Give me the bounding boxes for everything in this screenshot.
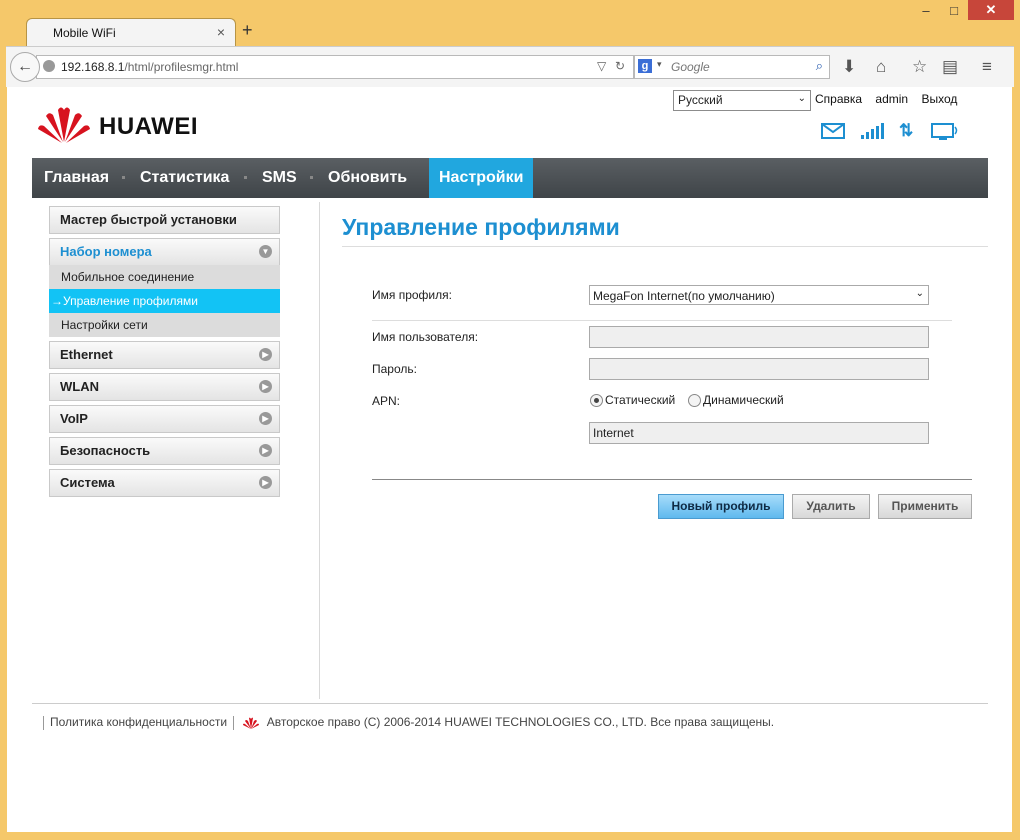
menu-icon[interactable]: ≡ (982, 57, 992, 77)
chevron-right-icon: ▶ (259, 476, 272, 489)
bookmark-star-icon[interactable]: ☆ (912, 57, 927, 77)
profile-name-label: Имя профиля: (372, 288, 452, 302)
username-label: Имя пользователя: (372, 330, 479, 344)
maximize-icon[interactable]: □ (940, 0, 968, 20)
browser-window: – □ ✕ Mobile WiFi × + 192.168.8.1/html/p… (0, 0, 1020, 840)
reload-icon[interactable]: ↻ (615, 59, 625, 73)
chevron-right-icon: ▶ (259, 444, 272, 457)
brand-name: HUAWEI (99, 113, 198, 140)
chevron-right-icon: ▶ (259, 380, 272, 393)
signal-icon (861, 123, 884, 139)
chevron-right-icon: ▶ (259, 348, 272, 361)
sidebar-item-security[interactable]: Безопасность ▶ (49, 437, 280, 465)
nav-item-settings[interactable]: Настройки (429, 158, 534, 198)
download-icon[interactable]: ⬇ (842, 57, 856, 77)
browser-tab[interactable]: Mobile WiFi × (26, 18, 236, 47)
sidebar-item-ethernet[interactable]: Ethernet ▶ (49, 341, 280, 369)
copyright-text: Авторское право (C) 2006-2014 HUAWEI TEC… (266, 715, 775, 729)
new-profile-button[interactable]: Новый профиль (658, 494, 784, 519)
window-controls: – □ ✕ (912, 0, 1014, 22)
chevron-down-icon: ▼ (259, 245, 272, 258)
sidebar-subitem-network-settings[interactable]: Настройки сети (49, 313, 280, 337)
tab-close-icon[interactable]: × (217, 24, 225, 40)
minimize-icon[interactable]: – (912, 0, 940, 20)
monitor-icon (931, 123, 958, 140)
sidebar-item-system[interactable]: Система ▶ (49, 469, 280, 497)
huawei-mini-logo-icon (243, 717, 260, 729)
actions-divider (372, 479, 972, 480)
sidebar-item-wlan[interactable]: WLAN ▶ (49, 373, 280, 401)
new-tab-button[interactable]: + (242, 20, 253, 41)
content-divider (319, 202, 320, 699)
password-label: Пароль: (372, 362, 417, 376)
address-bar[interactable]: 192.168.8.1/html/profilesmgr.html ▽ ↻ (36, 55, 634, 79)
search-input[interactable]: Google (671, 60, 710, 74)
nav-item-sms[interactable]: SMS (252, 158, 307, 198)
back-button[interactable]: ← (10, 52, 40, 82)
privacy-link[interactable]: Политика конфиденциальности (50, 715, 227, 729)
page-title: Управление профилями (342, 214, 620, 240)
apn-dynamic-radio[interactable] (688, 394, 701, 407)
username-field[interactable] (589, 326, 929, 348)
help-link[interactable]: Справка (815, 92, 862, 106)
main-nav: Главная Статистика SMS Обновить Настройк… (32, 158, 988, 198)
delete-button[interactable]: Удалить (792, 494, 870, 519)
huawei-flower-icon (38, 107, 90, 143)
mail-icon[interactable] (821, 123, 845, 139)
browser-toolbar: 192.168.8.1/html/profilesmgr.html ▽ ↻ ← … (6, 46, 1014, 87)
data-transfer-icon: ⇅ (899, 121, 914, 140)
apn-label: APN: (372, 394, 401, 408)
sidebar-item-dialup[interactable]: Набор номера ▼ (49, 238, 280, 265)
form-divider (372, 320, 952, 321)
url-text: 192.168.8.1/html/profilesmgr.html (61, 60, 239, 74)
profile-select[interactable]: MegaFon Internet(по умолчанию) ⌄ (589, 285, 929, 305)
search-engine-dropdown-icon[interactable]: ▾ (657, 59, 662, 70)
sidebar-group-dialup: Набор номера ▼ Мобильное соединение →Упр… (49, 238, 280, 337)
search-bar[interactable]: g ▾ Google ⌕ (634, 55, 830, 79)
apply-button[interactable]: Применить (878, 494, 972, 519)
dropdown-arrow-icon[interactable]: ▽ (597, 59, 606, 73)
nav-item-home[interactable]: Главная (34, 158, 119, 198)
nav-item-update[interactable]: Обновить (318, 158, 417, 198)
apn-static-radio[interactable] (590, 394, 603, 407)
sidebar-subitem-profile-management[interactable]: →Управление профилями (49, 289, 280, 313)
chevron-down-icon: ⌄ (915, 288, 924, 299)
footer-divider (32, 703, 988, 704)
logout-link[interactable]: Выход (921, 92, 957, 106)
sidebar-subitem-mobile-connection[interactable]: Мобильное соединение (49, 265, 280, 289)
google-icon[interactable]: g (638, 59, 652, 73)
apn-static-label: Статический (605, 393, 676, 407)
chevron-right-icon: ▶ (259, 412, 272, 425)
user-link[interactable]: admin (875, 92, 908, 106)
chevron-down-icon: ⌄ (797, 93, 806, 104)
bookmarks-icon[interactable]: ▤ (942, 57, 958, 77)
sidebar-item-quick-setup[interactable]: Мастер быстрой установки (49, 206, 280, 234)
sidebar-item-voip[interactable]: VoIP ▶ (49, 405, 280, 433)
apn-dynamic-label: Динамический (703, 393, 784, 407)
language-select[interactable]: Русский ⌄ (673, 90, 811, 111)
sidebar: Мастер быстрой установки Набор номера ▼ … (49, 206, 280, 501)
top-links: Справка admin Выход (815, 92, 967, 106)
password-field[interactable] (589, 358, 929, 380)
close-window-icon[interactable]: ✕ (968, 0, 1014, 20)
huawei-logo: HUAWEI (37, 104, 217, 144)
home-icon[interactable]: ⌂ (876, 57, 886, 77)
title-divider (342, 246, 988, 247)
sidebar-item-label: Набор номера (60, 244, 152, 259)
back-arrow-icon: ← (17, 58, 33, 75)
apn-field[interactable]: Internet (589, 422, 929, 444)
globe-icon (43, 60, 55, 72)
nav-item-statistics[interactable]: Статистика (130, 158, 239, 198)
tab-title: Mobile WiFi (53, 26, 116, 40)
search-icon[interactable]: ⌕ (816, 58, 823, 74)
footer: Политика конфиденциальности Авторское пр… (37, 715, 774, 730)
web-page: Русский ⌄ Справка admin Выход HUAWEI ⇅ Г… (7, 87, 1012, 832)
